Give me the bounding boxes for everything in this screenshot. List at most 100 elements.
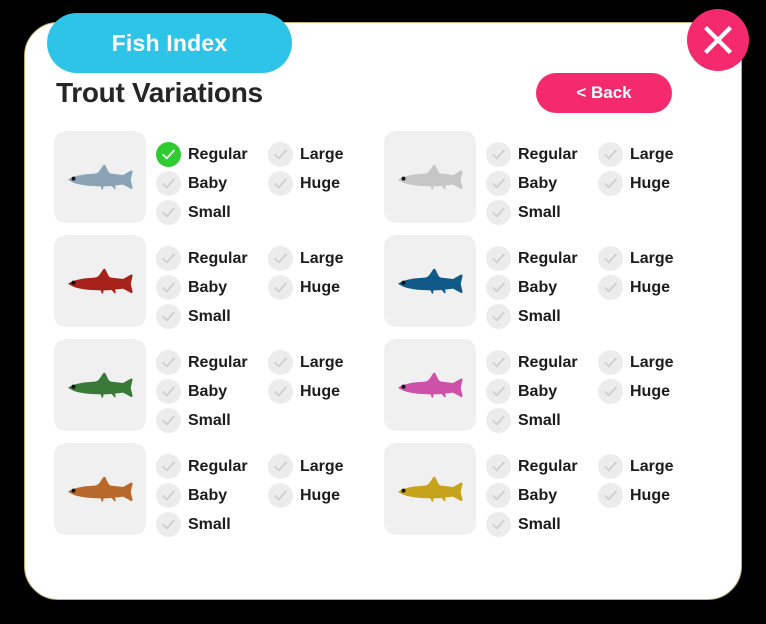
option-regular[interactable]: Regular — [486, 348, 598, 377]
option-regular[interactable]: Regular — [156, 452, 268, 481]
option-baby[interactable]: Baby — [486, 481, 598, 510]
option-baby[interactable]: Baby — [156, 377, 268, 406]
checkbox-huge[interactable] — [598, 275, 623, 300]
checkmark-icon — [274, 461, 287, 472]
option-small[interactable]: Small — [156, 198, 268, 227]
checkbox-regular[interactable] — [486, 246, 511, 271]
option-baby[interactable]: Baby — [486, 169, 598, 198]
checkbox-regular[interactable] — [156, 246, 181, 271]
option-huge[interactable]: Huge — [598, 481, 710, 510]
option-huge[interactable]: Huge — [598, 169, 710, 198]
fish-thumbnail[interactable] — [384, 443, 476, 535]
checkbox-huge[interactable] — [598, 379, 623, 404]
checkbox-huge[interactable] — [268, 275, 293, 300]
checkbox-small[interactable] — [486, 200, 511, 225]
option-baby[interactable]: Baby — [156, 481, 268, 510]
option-large[interactable]: Large — [268, 452, 380, 481]
fish-thumbnail[interactable] — [54, 235, 146, 327]
checkbox-baby[interactable] — [156, 379, 181, 404]
checkbox-large[interactable] — [268, 454, 293, 479]
checkbox-huge[interactable] — [268, 483, 293, 508]
option-small[interactable]: Small — [486, 406, 598, 435]
checkbox-large[interactable] — [598, 350, 623, 375]
checkbox-regular[interactable] — [486, 142, 511, 167]
fish-variant-row: Regular Large Baby Huge Small — [384, 443, 714, 547]
option-huge[interactable]: Huge — [268, 377, 380, 406]
fish-thumbnail[interactable] — [54, 443, 146, 535]
option-large[interactable]: Large — [268, 140, 380, 169]
fish-thumbnail[interactable] — [54, 339, 146, 431]
option-spacer — [268, 510, 380, 539]
fish-thumbnail[interactable] — [384, 339, 476, 431]
option-baby[interactable]: Baby — [156, 273, 268, 302]
option-small[interactable]: Small — [486, 302, 598, 331]
checkbox-large[interactable] — [598, 246, 623, 271]
size-options: Regular Large Baby Huge Small — [156, 131, 380, 227]
checkbox-small[interactable] — [486, 304, 511, 329]
checkbox-regular[interactable] — [156, 454, 181, 479]
option-small[interactable]: Small — [156, 302, 268, 331]
fish-thumbnail[interactable] — [384, 131, 476, 223]
checkbox-huge[interactable] — [268, 379, 293, 404]
checkbox-small[interactable] — [156, 304, 181, 329]
checkbox-baby[interactable] — [486, 379, 511, 404]
checkbox-regular[interactable] — [156, 350, 181, 375]
tab-fish-index[interactable]: Fish Index — [47, 13, 292, 73]
close-button[interactable] — [687, 9, 749, 71]
checkbox-small[interactable] — [156, 512, 181, 537]
checkbox-huge[interactable] — [268, 171, 293, 196]
checkmark-icon — [492, 386, 505, 397]
checkbox-small[interactable] — [486, 408, 511, 433]
checkbox-baby[interactable] — [486, 275, 511, 300]
option-baby[interactable]: Baby — [486, 273, 598, 302]
option-label-huge: Huge — [300, 174, 340, 192]
option-regular[interactable]: Regular — [156, 244, 268, 273]
option-small[interactable]: Small — [156, 406, 268, 435]
option-label-huge: Huge — [630, 486, 670, 504]
checkbox-baby[interactable] — [156, 483, 181, 508]
checkbox-regular[interactable] — [486, 454, 511, 479]
option-huge[interactable]: Huge — [598, 273, 710, 302]
fish-thumbnail[interactable] — [384, 235, 476, 327]
checkbox-baby[interactable] — [156, 171, 181, 196]
checkbox-large[interactable] — [268, 350, 293, 375]
option-baby[interactable]: Baby — [486, 377, 598, 406]
option-huge[interactable]: Huge — [268, 481, 380, 510]
option-regular[interactable]: Regular — [156, 348, 268, 377]
checkbox-large[interactable] — [598, 142, 623, 167]
fish-thumbnail[interactable] — [54, 131, 146, 223]
option-large[interactable]: Large — [268, 244, 380, 273]
option-label-small: Small — [518, 203, 561, 221]
checkbox-huge[interactable] — [598, 483, 623, 508]
checkbox-small[interactable] — [156, 200, 181, 225]
option-regular[interactable]: Regular — [486, 452, 598, 481]
option-large[interactable]: Large — [598, 452, 710, 481]
option-regular[interactable]: Regular — [156, 140, 268, 169]
checkbox-baby[interactable] — [156, 275, 181, 300]
option-large[interactable]: Large — [598, 348, 710, 377]
checkbox-large[interactable] — [598, 454, 623, 479]
checkbox-large[interactable] — [268, 246, 293, 271]
option-regular[interactable]: Regular — [486, 244, 598, 273]
checkbox-large[interactable] — [268, 142, 293, 167]
option-small[interactable]: Small — [486, 510, 598, 539]
option-large[interactable]: Large — [268, 348, 380, 377]
option-huge[interactable]: Huge — [598, 377, 710, 406]
checkbox-regular[interactable] — [156, 142, 181, 167]
checkbox-baby[interactable] — [486, 483, 511, 508]
option-small[interactable]: Small — [486, 198, 598, 227]
option-large[interactable]: Large — [598, 244, 710, 273]
option-label-regular: Regular — [518, 145, 578, 163]
option-regular[interactable]: Regular — [486, 140, 598, 169]
option-baby[interactable]: Baby — [156, 169, 268, 198]
option-large[interactable]: Large — [598, 140, 710, 169]
back-button[interactable]: < Back — [536, 73, 672, 113]
checkbox-small[interactable] — [156, 408, 181, 433]
checkbox-huge[interactable] — [598, 171, 623, 196]
option-small[interactable]: Small — [156, 510, 268, 539]
checkbox-regular[interactable] — [486, 350, 511, 375]
option-huge[interactable]: Huge — [268, 273, 380, 302]
checkbox-baby[interactable] — [486, 171, 511, 196]
checkbox-small[interactable] — [486, 512, 511, 537]
option-huge[interactable]: Huge — [268, 169, 380, 198]
